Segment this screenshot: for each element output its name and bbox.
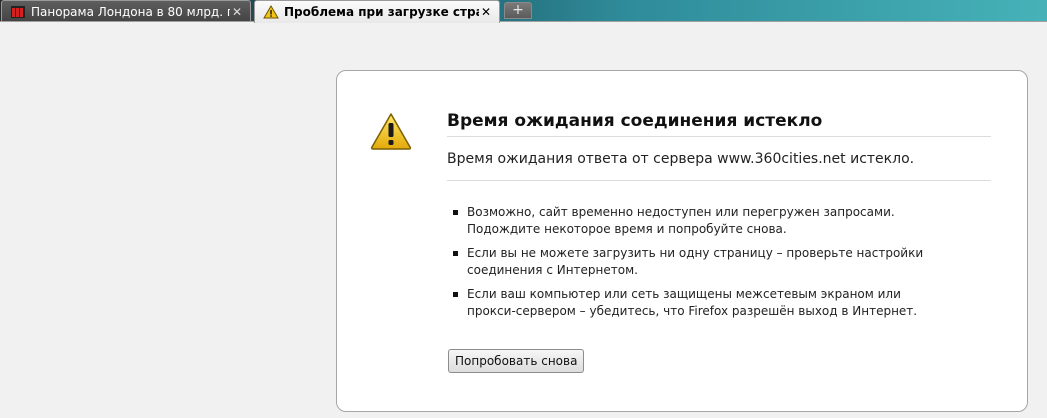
page-content: Время ожидания соединения истекло Время … <box>0 22 1047 418</box>
new-tab-button[interactable]: + <box>504 2 532 19</box>
list-item: Если вы не можете загрузить ни одну стра… <box>453 245 953 279</box>
site-favicon-icon <box>11 5 25 18</box>
error-title: Время ожидания соединения истекло <box>447 111 991 137</box>
tab-title: Панорама Лондона в 80 млрд. пи... <box>31 4 230 19</box>
tab-load-problem[interactable]: Проблема при загрузке страницы ✕ <box>254 0 500 23</box>
tab-title: Проблема при загрузке страницы <box>284 5 479 19</box>
warning-icon <box>263 5 279 19</box>
warning-icon <box>370 113 412 150</box>
retry-button[interactable]: Попробовать снова <box>448 349 585 373</box>
list-item: Возможно, сайт временно недоступен или п… <box>453 204 953 238</box>
error-box: Время ожидания соединения истекло Время … <box>336 70 1028 412</box>
suggestion-list: Возможно, сайт временно недоступен или п… <box>453 204 953 327</box>
list-item: Если ваш компьютер или сеть защищены меж… <box>453 286 953 320</box>
tab-london-panorama[interactable]: Панорама Лондона в 80 млрд. пи... ✕ <box>1 0 251 22</box>
close-tab-icon[interactable]: ✕ <box>479 5 493 19</box>
tab-strip: Панорама Лондона в 80 млрд. пи... ✕ Проб… <box>0 0 1047 23</box>
error-description: Время ожидания ответа от сервера www.360… <box>447 151 991 181</box>
close-tab-icon[interactable]: ✕ <box>230 5 244 19</box>
